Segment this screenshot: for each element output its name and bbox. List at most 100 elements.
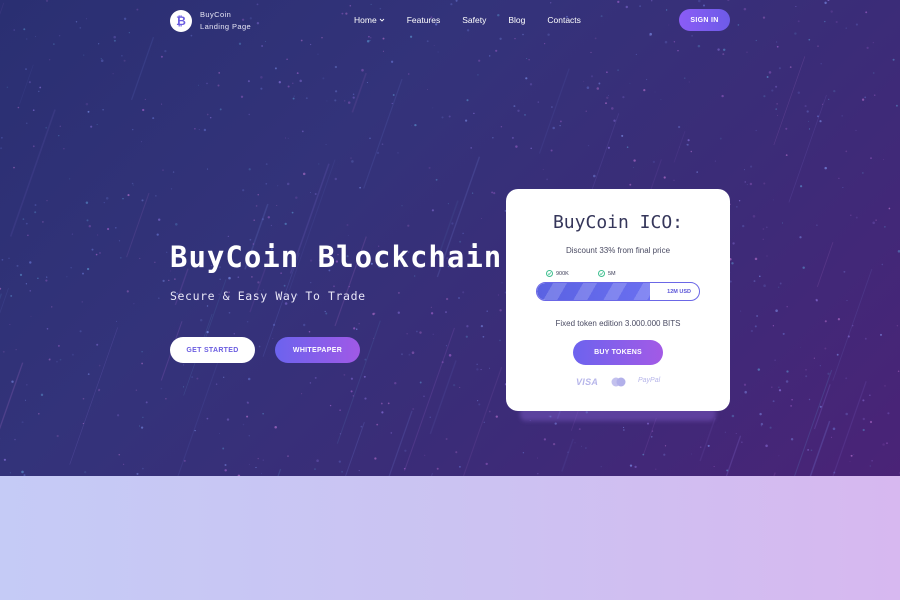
particle-dot — [401, 205, 403, 207]
particle-dot — [309, 43, 312, 46]
particle-dot — [118, 454, 120, 456]
particle-dot — [360, 425, 363, 428]
nav-item-features[interactable]: Features — [407, 15, 441, 25]
particle-dot — [183, 364, 185, 366]
particle-dot — [414, 275, 416, 277]
nav-item-home[interactable]: Home — [354, 15, 385, 25]
particle-dot — [262, 413, 264, 415]
particle-dot — [301, 393, 303, 395]
particle-dot — [118, 240, 121, 242]
particle-dot — [495, 415, 498, 418]
particle-dot — [264, 41, 266, 42]
particle-dot — [25, 222, 28, 225]
particle-streak — [363, 78, 403, 189]
particle-dot — [370, 3, 372, 5]
particle-dot — [625, 5, 629, 9]
particle-dot — [760, 422, 764, 426]
particle-dot — [155, 195, 157, 197]
whitepaper-button[interactable]: WHITEPAPER — [275, 337, 360, 363]
particle-dot — [813, 357, 815, 359]
particle-dot — [156, 233, 159, 236]
get-started-button[interactable]: GET STARTED — [170, 337, 255, 363]
particle-dot — [542, 169, 544, 171]
particle-dot — [224, 469, 227, 472]
particle-dot — [426, 40, 429, 43]
particle-dot — [303, 323, 306, 327]
nav-item-blog[interactable]: Blog — [508, 15, 525, 25]
particle-dot — [352, 395, 354, 397]
particle-dot — [42, 221, 44, 223]
particle-dot — [655, 468, 657, 470]
particle-dot — [778, 286, 780, 288]
particle-dot — [476, 368, 479, 371]
particle-dot — [256, 22, 260, 25]
particle-dot — [623, 429, 625, 431]
particle-dot — [744, 181, 746, 183]
particle-dot — [845, 412, 848, 416]
particle-dot — [828, 98, 830, 101]
particle-dot — [79, 330, 82, 333]
particle-dot — [175, 223, 178, 226]
particle-dot — [735, 433, 737, 434]
particle-dot — [775, 108, 777, 110]
particle-dot — [191, 376, 194, 379]
particle-dot — [786, 370, 789, 373]
particle-dot — [87, 373, 90, 375]
sign-in-button[interactable]: SIGN IN — [679, 9, 730, 31]
particle-dot — [364, 397, 367, 400]
particle-streak — [813, 384, 831, 430]
particle-dot — [778, 455, 780, 457]
particle-dot — [476, 73, 479, 76]
logo[interactable]: ₿ BuyCoin Landing Page — [170, 9, 251, 33]
token-sale-progress: 12M USD — [536, 282, 700, 301]
particle-dot — [730, 203, 731, 205]
particle-dot — [347, 234, 349, 236]
check-circle-icon — [546, 270, 553, 277]
particle-dot — [660, 98, 662, 101]
particle-dot — [25, 399, 26, 401]
particle-dot — [261, 45, 264, 47]
particle-dot — [698, 0, 701, 3]
particle-dot — [352, 93, 355, 96]
particle-dot — [59, 358, 62, 361]
particle-dot — [34, 204, 37, 206]
particle-dot — [777, 114, 779, 116]
particle-dot — [639, 5, 641, 8]
ico-card-title: BuyCoin ICO: — [552, 212, 684, 233]
particle-dot — [802, 266, 805, 269]
particle-dot — [373, 337, 375, 339]
particle-dot — [11, 380, 14, 383]
particle-dot — [596, 87, 600, 90]
nav-item-contacts[interactable]: Contacts — [547, 15, 581, 25]
particle-dot — [697, 44, 701, 48]
particle-dot — [286, 58, 288, 61]
particle-dot — [650, 435, 653, 438]
particle-dot — [872, 221, 875, 225]
particle-dot — [314, 376, 317, 379]
particle-dot — [299, 79, 302, 83]
buy-tokens-button[interactable]: BUY TOKENS — [573, 340, 663, 365]
particle-dot — [651, 430, 654, 432]
nav-item-safety[interactable]: Safety — [462, 15, 486, 25]
particle-dot — [673, 41, 676, 43]
particle-dot — [550, 106, 553, 108]
particle-dot — [82, 397, 85, 400]
particle-dot — [435, 178, 438, 181]
particle-dot — [291, 211, 294, 214]
check-circle-icon — [598, 270, 605, 277]
particle-dot — [123, 59, 126, 62]
particle-dot — [261, 218, 264, 221]
particle-dot — [349, 5, 352, 7]
particle-dot — [350, 377, 354, 380]
particle-dot — [174, 278, 176, 280]
particle-dot — [429, 416, 431, 418]
particle-dot — [617, 69, 620, 72]
particle-dot — [324, 310, 326, 313]
particle-dot — [862, 399, 865, 402]
particle-dot — [63, 147, 65, 150]
particle-dot — [160, 387, 163, 390]
particle-dot — [51, 306, 53, 308]
particle-dot — [162, 169, 164, 171]
particle-dot — [743, 7, 747, 11]
particle-dot — [585, 447, 587, 449]
